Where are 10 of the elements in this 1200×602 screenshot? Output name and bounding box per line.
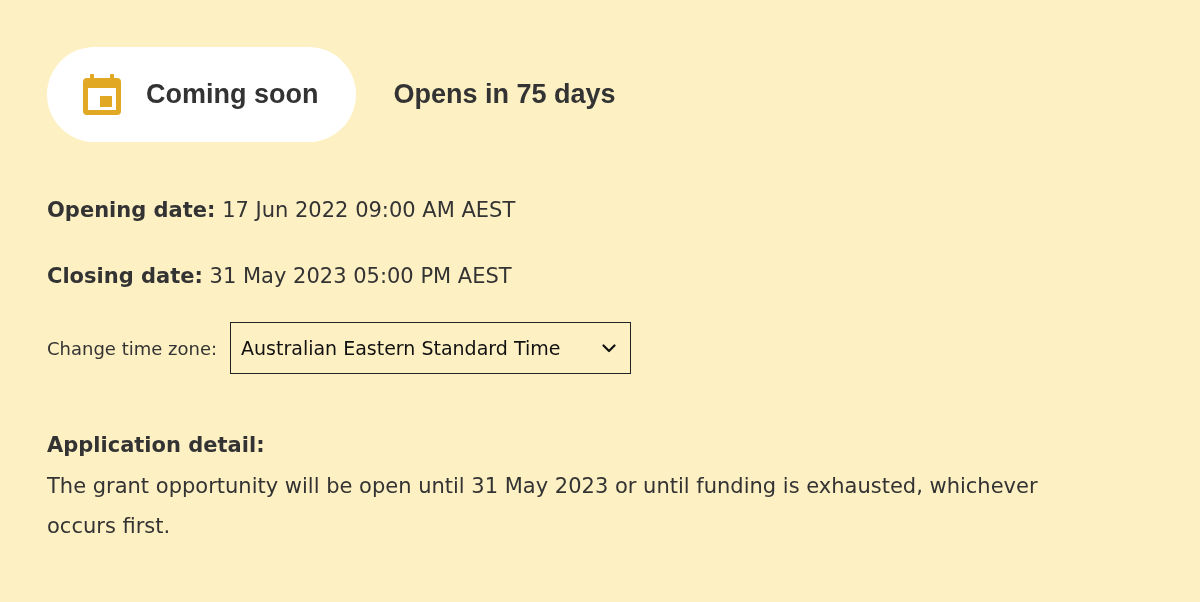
countdown-text: Opens in 75 days [393, 79, 616, 110]
application-detail-heading: Application detail: [47, 432, 265, 459]
status-text: Coming soon [146, 79, 319, 110]
calendar-icon [83, 74, 121, 115]
application-detail-text: The grant opportunity will be open until 31 May 2023 or until funding is exhausted, whichever occurs first. [47, 473, 1039, 540]
chevron-down-icon [602, 343, 617, 353]
time-zone-select[interactable]: Australian Eastern Standard Time [230, 322, 632, 374]
date-text: Opening date: 17 Jun 2022 09:00 AM AEST [47, 197, 516, 224]
time-zone-label: Change time zone: [47, 337, 218, 359]
date-text: Closing date: 31 May 2023 05:00 PM AEST [47, 263, 512, 290]
